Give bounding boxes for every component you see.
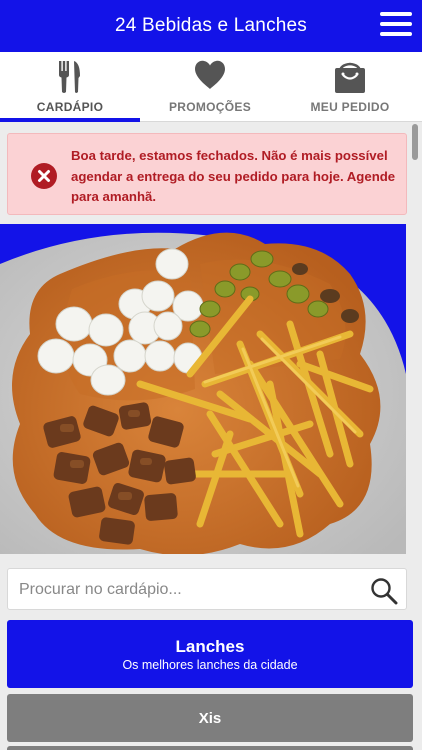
heart-icon [195, 60, 225, 89]
error-x-icon [31, 163, 57, 189]
search-icon[interactable] [370, 577, 398, 605]
tab-bar: CARDÁPIO PROMOÇÕES MEU PEDIDO [0, 52, 422, 122]
tab-label: MEU PEDIDO [310, 100, 390, 114]
shopping-bag-icon [335, 62, 365, 93]
fork-knife-icon [59, 61, 80, 93]
active-tab-indicator [0, 118, 140, 122]
tab-label: CARDÁPIO [36, 100, 104, 114]
alert-message: Boa tarde, estamos fechados. Não é mais … [71, 148, 396, 204]
category-next-partial[interactable] [7, 746, 413, 750]
food-platter-illustration [0, 232, 406, 554]
store-closed-alert: Boa tarde, estamos fechados. Não é mais … [7, 133, 407, 215]
scrollbar-thumb[interactable] [412, 124, 418, 160]
tab-promocoes[interactable]: PROMOÇÕES [140, 52, 280, 122]
tab-cardapio[interactable]: CARDÁPIO [0, 52, 140, 122]
hamburger-menu-icon[interactable] [380, 12, 412, 40]
hero-food-image [0, 224, 406, 554]
category-xis[interactable]: Xis [7, 694, 413, 742]
search-placeholder: Procurar no cardápio... [19, 581, 182, 598]
category-subtitle: Os melhores lanches da cidade [122, 658, 298, 672]
category-name: Lanches [175, 637, 245, 656]
tab-label: PROMOÇÕES [168, 100, 252, 114]
app-title: 24 Bebidas e Lanches [114, 15, 308, 36]
category-name: Xis [198, 710, 222, 727]
app-header: 24 Bebidas e Lanches [0, 0, 422, 52]
category-lanches[interactable]: Lanches Os melhores lanches da cidade [7, 620, 413, 688]
tab-meu-pedido[interactable]: MEU PEDIDO [280, 52, 420, 122]
menu-search-input[interactable]: Procurar no cardápio... [7, 568, 407, 610]
